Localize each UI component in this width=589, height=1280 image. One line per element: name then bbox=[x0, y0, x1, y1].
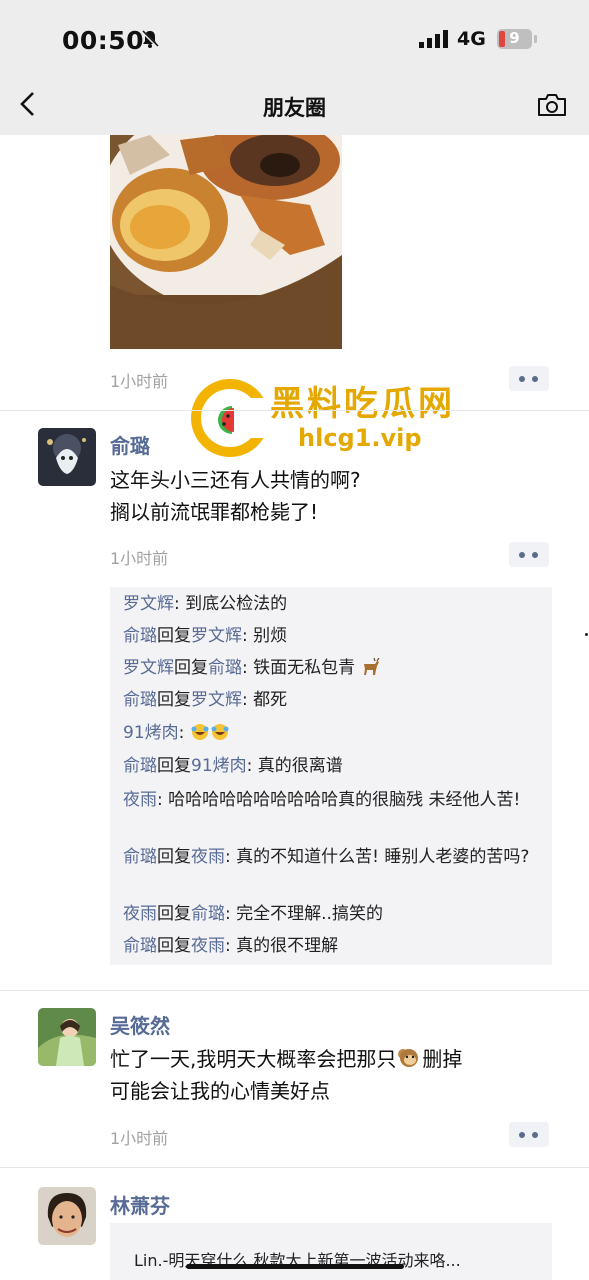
crying-laughing-emoji-icon bbox=[191, 724, 209, 740]
commenter-name[interactable]: 俞璐 bbox=[123, 936, 157, 956]
commenter-name[interactable]: 91烤肉 bbox=[123, 723, 179, 743]
post-time: 1小时前 bbox=[110, 1129, 169, 1148]
commenter-name[interactable]: 罗文辉 bbox=[123, 594, 174, 614]
status-bar: 00:50 4G 9 bbox=[0, 0, 589, 76]
deer-emoji-icon bbox=[363, 658, 380, 675]
post-text-line: 这年头小三还有人共情的啊? bbox=[110, 468, 361, 492]
post-divider bbox=[0, 410, 589, 411]
post-text-line: 忙了一天,我明天大概率会把那只 删掉 bbox=[110, 1047, 463, 1071]
commenter-name[interactable]: 夜雨 bbox=[123, 790, 157, 810]
commenter-name[interactable]: 俞璐 bbox=[123, 847, 157, 867]
post-author[interactable]: 林萧芬 bbox=[110, 1190, 170, 1219]
watermark-url: hlcg1.vip bbox=[298, 424, 422, 452]
comment[interactable]: 罗文辉回复俞璐: 铁面无私包青 bbox=[123, 655, 549, 682]
reply-target-name[interactable]: 夜雨 bbox=[191, 936, 225, 956]
comment[interactable]: 俞璐回复夜雨: 真的不知道什么苦! 睡别人老婆的苦吗? bbox=[123, 844, 549, 871]
post-text: 忙了一天,我明天大概率会把那只 删掉 可能会让我的心情美好点 bbox=[110, 1043, 560, 1107]
comment-text: 铁面无私包青 bbox=[253, 658, 356, 678]
post-text-line: 可能会让我的心情美好点 bbox=[110, 1079, 330, 1103]
commenter-name[interactable]: 夜雨 bbox=[123, 904, 157, 924]
monkey-emoji-icon bbox=[398, 1049, 419, 1067]
comment[interactable]: 91烤肉: bbox=[123, 720, 549, 747]
network-type: 4G bbox=[457, 28, 486, 50]
nav-bar: 朋友圈 bbox=[0, 76, 589, 135]
more-actions-button[interactable] bbox=[509, 366, 549, 391]
avatar[interactable] bbox=[38, 1008, 96, 1066]
page-title: 朋友圈 bbox=[263, 96, 326, 120]
avatar[interactable] bbox=[38, 428, 96, 486]
reply-target-name[interactable]: 罗文辉 bbox=[191, 626, 242, 646]
comment[interactable]: 夜雨回复俞璐: 完全不理解..搞笑的 bbox=[123, 901, 549, 928]
reply-target-name[interactable]: 罗文辉 bbox=[191, 690, 242, 710]
comment[interactable]: 俞璐回复91烤肉: 真的很离谱 bbox=[123, 753, 549, 780]
crying-laughing-emoji-icon bbox=[211, 724, 229, 740]
commenter-name[interactable]: 俞璐 bbox=[123, 756, 157, 776]
comment-text: 真的很离谱 bbox=[257, 756, 343, 776]
commenter-name[interactable]: 俞璐 bbox=[123, 690, 157, 710]
post-author[interactable]: 俞璐 bbox=[110, 430, 150, 459]
comment-text: 到底公检法的 bbox=[185, 594, 288, 614]
commenter-name[interactable]: 俞璐 bbox=[123, 626, 157, 646]
battery-icon: 9 bbox=[496, 28, 538, 50]
comment-text: 真的很不理解 bbox=[236, 936, 339, 956]
post-text: 这年头小三还有人共情的啊? 搁以前流氓罪都枪毙了! bbox=[110, 464, 560, 528]
more-actions-button[interactable] bbox=[509, 1122, 549, 1147]
comment-text: 完全不理解..搞笑的 bbox=[236, 904, 383, 924]
comment-text: 真的不知道什么苦! 睡别人老婆的苦吗? bbox=[236, 847, 530, 867]
comment[interactable]: 夜雨: 哈哈哈哈哈哈哈哈哈哈真的很脑残 未经他人苦! bbox=[123, 787, 549, 814]
comment[interactable]: 俞璐回复罗文辉: 别烦 bbox=[123, 623, 549, 650]
home-indicator bbox=[186, 1264, 404, 1269]
comment-section: 罗文辉: 到底公检法的 俞璐回复罗文辉: 别烦 罗文辉回复俞璐: 铁面无私包青 … bbox=[110, 587, 552, 965]
battery-level: 9 bbox=[509, 29, 520, 47]
crab-photo bbox=[110, 135, 342, 349]
avatar[interactable] bbox=[38, 1187, 96, 1245]
signal-icon bbox=[419, 30, 448, 48]
stray-dot bbox=[585, 633, 588, 636]
post-divider bbox=[0, 1167, 589, 1168]
post-time: 1小时前 bbox=[110, 549, 169, 568]
reply-target-name[interactable]: 俞璐 bbox=[191, 904, 225, 924]
post-text-line: 搁以前流氓罪都枪毙了! bbox=[110, 500, 319, 524]
post-divider bbox=[0, 990, 589, 991]
comment[interactable]: 罗文辉: 到底公检法的 bbox=[123, 591, 549, 618]
comment-text: 哈哈哈哈哈哈哈哈哈哈真的很脑残 未经他人苦! bbox=[168, 790, 521, 810]
mute-bell-icon bbox=[140, 29, 160, 49]
comment[interactable]: 俞璐回复夜雨: 真的很不理解 bbox=[123, 933, 549, 960]
watermark-title: 黑料吃瓜网 bbox=[270, 384, 455, 424]
commenter-name[interactable]: 罗文辉 bbox=[123, 658, 174, 678]
comment-text: 都死 bbox=[253, 690, 288, 710]
reply-target-name[interactable]: 俞璐 bbox=[208, 658, 242, 678]
post-image[interactable] bbox=[110, 135, 342, 349]
shared-link-card[interactable]: Lin.-明天穿什么 秋款大上新第一波活动来咯... bbox=[110, 1223, 552, 1280]
status-time: 00:50 bbox=[62, 26, 145, 55]
comment[interactable]: 俞璐回复罗文辉: 都死 bbox=[123, 687, 549, 714]
more-actions-button[interactable] bbox=[509, 542, 549, 567]
comment-text: 别烦 bbox=[253, 626, 288, 646]
camera-icon[interactable] bbox=[536, 92, 568, 118]
reply-target-name[interactable]: 夜雨 bbox=[191, 847, 225, 867]
post-time: 1小时前 bbox=[110, 372, 169, 391]
reply-target-name[interactable]: 91烤肉 bbox=[191, 756, 247, 776]
post-author[interactable]: 吴筱然 bbox=[110, 1010, 170, 1039]
